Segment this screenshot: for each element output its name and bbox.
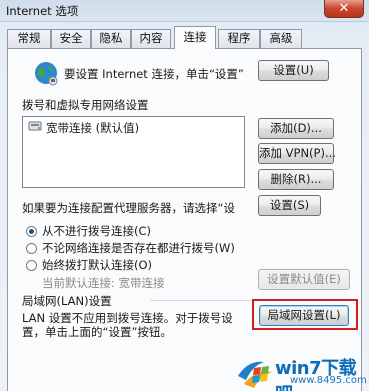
proxy-settings-button[interactable]: 设置(S) bbox=[258, 195, 321, 216]
tab-connections[interactable]: 连接 bbox=[174, 26, 216, 49]
tab-privacy[interactable]: 隐私 bbox=[91, 29, 131, 48]
close-button[interactable]: ✕ bbox=[324, 0, 364, 18]
setup-text: 要设置 Internet 连接，单击“设置” bbox=[64, 67, 244, 81]
tab-security[interactable]: 安全 bbox=[51, 29, 91, 48]
watermark-url: www.8495.com bbox=[290, 375, 367, 386]
lan-heading: 局域网(LAN)设置 bbox=[22, 294, 112, 308]
lan-button-highlight bbox=[252, 299, 358, 330]
radio-dial-whenever-label[interactable]: 不论网络连接是否存在都进行拨号(W) bbox=[42, 240, 235, 256]
radio-dial-whenever[interactable] bbox=[26, 243, 37, 254]
broadband-connection-icon bbox=[28, 121, 42, 131]
dialup-heading: 拨号和虚拟专用网络设置 bbox=[22, 98, 149, 112]
radio-never-dial[interactable] bbox=[26, 226, 37, 237]
radio-always-dial-default[interactable] bbox=[26, 260, 37, 271]
window-title: Internet 选项 bbox=[6, 4, 79, 18]
delete-connection-button[interactable]: 删除(R)... bbox=[258, 169, 334, 190]
add-connection-button[interactable]: 添加(D)... bbox=[258, 118, 334, 139]
tab-advanced[interactable]: 高级 bbox=[260, 29, 302, 48]
lan-text-line2: 置，单击上面的“设置”按钮。 bbox=[22, 325, 172, 339]
add-vpn-button[interactable]: 添加 VPN(P)... bbox=[258, 143, 336, 164]
tab-programs[interactable]: 程序 bbox=[218, 29, 260, 48]
set-default-button[interactable]: 设置默认值(E) bbox=[258, 269, 350, 290]
radio-always-dial-default-label[interactable]: 始终拨打默认连接(O) bbox=[42, 257, 152, 273]
globe-icon bbox=[35, 62, 58, 86]
current-default-label: 当前默认连接: 宽带连接 bbox=[42, 276, 165, 290]
setup-button[interactable]: 设置(U) bbox=[258, 60, 329, 81]
tab-content[interactable]: 内容 bbox=[131, 29, 171, 48]
radio-never-dial-label[interactable]: 从不进行拨号连接(C) bbox=[42, 223, 151, 239]
proxy-text: 如果要为连接配置代理服务器，请选择“设 bbox=[22, 201, 235, 215]
tab-general[interactable]: 常规 bbox=[7, 29, 51, 48]
connection-item[interactable]: 宽带连接 (默认值) bbox=[46, 120, 139, 136]
